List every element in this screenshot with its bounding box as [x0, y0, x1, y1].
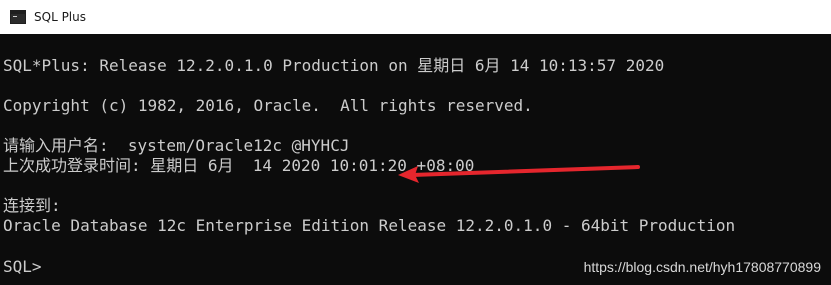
console-window-icon: [10, 10, 26, 24]
red-arrow-annotation: [398, 165, 640, 183]
title-bar[interactable]: SQL Plus: [0, 0, 831, 34]
console-line-database-version: Oracle Database 12c Enterprise Edition R…: [3, 216, 736, 235]
console-line-copyright: Copyright (c) 1982, 2016, Oracle. All ri…: [3, 96, 533, 115]
window-title: SQL Plus: [34, 10, 86, 24]
console-line-connected: 连接到:: [3, 196, 61, 215]
console-line-username-prompt: 请输入用户名: system/Oracle12c @HYHCJ: [3, 136, 350, 155]
sql-prompt[interactable]: SQL>: [3, 257, 42, 277]
console-line-release: SQL*Plus: Release 12.2.0.1.0 Production …: [3, 56, 665, 75]
console-output[interactable]: SQL*Plus: Release 12.2.0.1.0 Production …: [0, 34, 831, 285]
watermark-url: https://blog.csdn.net/hyh17808770899: [583, 259, 821, 275]
sqlplus-window: SQL Plus SQL*Plus: Release 12.2.0.1.0 Pr…: [0, 0, 831, 285]
